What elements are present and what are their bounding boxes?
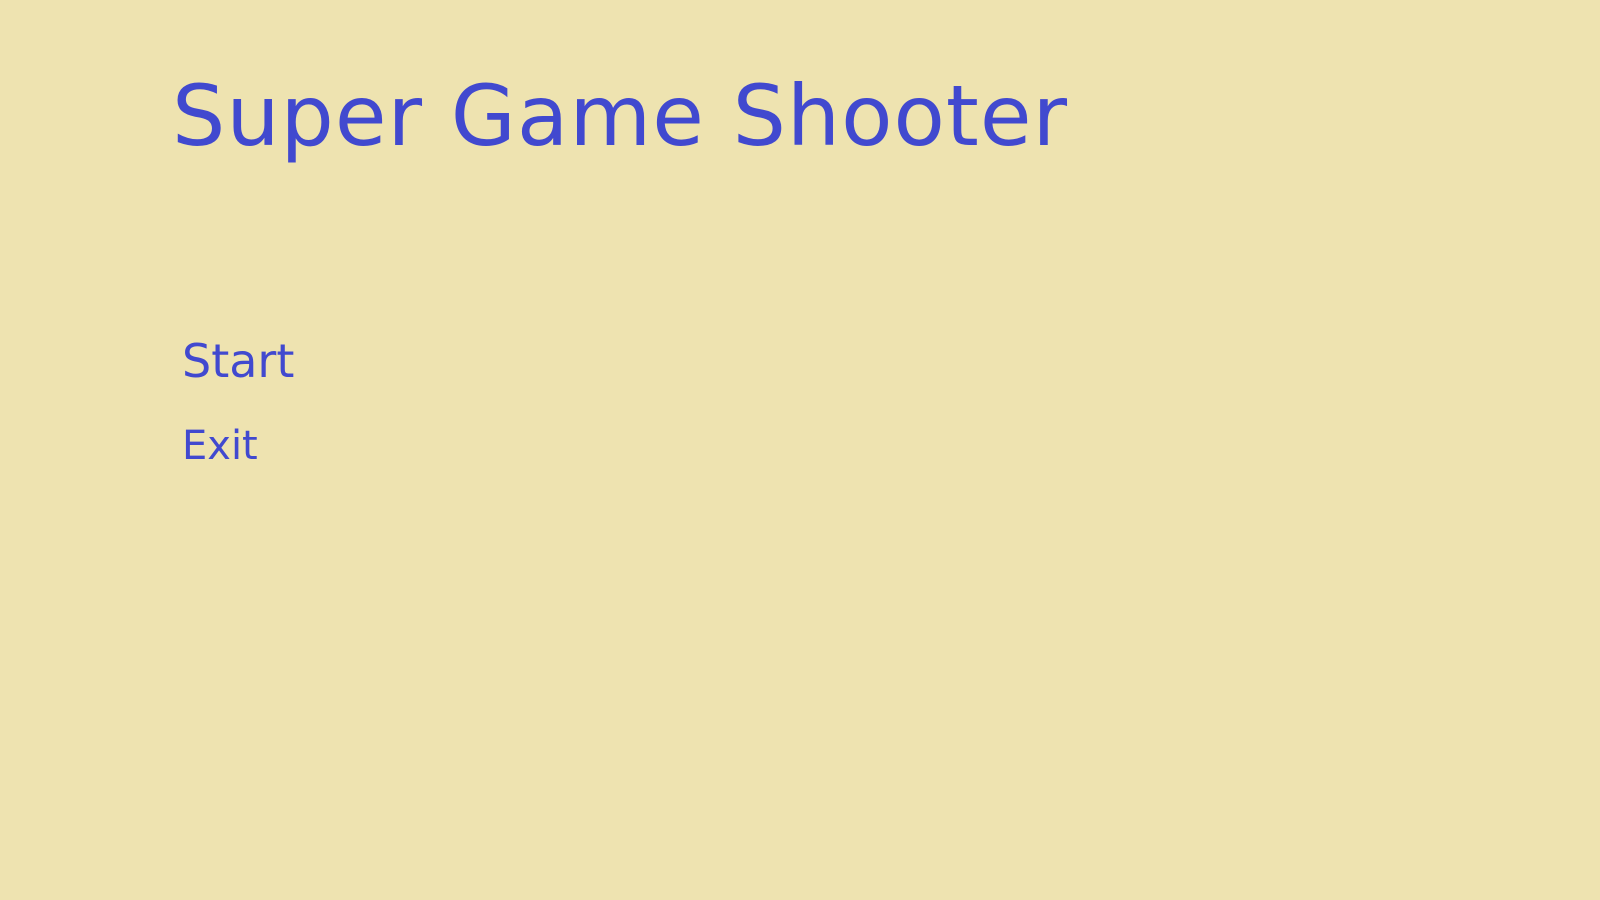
main-menu: Start Exit [182, 338, 294, 466]
start-button[interactable]: Start [182, 338, 294, 384]
main-menu-screen: Super Game Shooter Start Exit [0, 0, 1600, 900]
exit-button[interactable]: Exit [182, 426, 294, 466]
game-title: Super Game Shooter [172, 67, 1069, 165]
